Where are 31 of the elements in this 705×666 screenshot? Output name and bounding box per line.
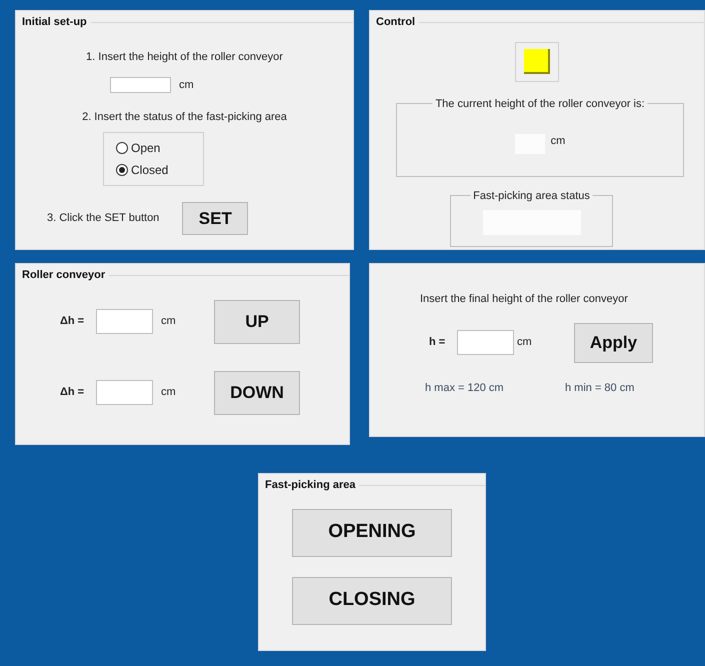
unit-label: cm — [161, 385, 177, 400]
button[interactable]: Apply — [574, 322, 653, 362]
unit-label: cm — [517, 335, 533, 350]
instruction-text: 1. Insert the height of the roller conveyor — [85, 50, 284, 64]
instruction-text: Insert the final height of the roller conveyor — [420, 292, 629, 307]
input-field[interactable] — [96, 309, 153, 334]
panel-title: Initial set-up — [22, 15, 87, 30]
field-label: Δh = — [60, 314, 86, 330]
instruction-text: 3. Click the SET button — [47, 211, 160, 226]
panel-title: Fast-picking area — [265, 478, 356, 493]
instruction-text: 2. Insert the status of the fast-picking area — [81, 110, 288, 124]
field-label: h = — [429, 335, 446, 350]
input-field[interactable] — [96, 380, 153, 405]
limit-note: h max = 120 cm — [425, 380, 505, 396]
status-lamp[interactable] — [515, 42, 559, 82]
panel-title: Control — [376, 15, 416, 30]
panel-title: Roller conveyor — [22, 268, 106, 283]
unit-label: cm — [161, 314, 177, 330]
unit-label: cm — [179, 78, 194, 93]
button[interactable]: CLOSING — [292, 576, 452, 624]
button[interactable]: SET — [182, 202, 248, 235]
input-field[interactable] — [457, 330, 514, 355]
button[interactable]: UP — [214, 300, 300, 344]
radio-option[interactable]: Closed — [116, 161, 203, 179]
button[interactable]: DOWN — [214, 370, 300, 414]
unit-label: cm — [550, 134, 566, 149]
radio-option[interactable]: Open — [116, 139, 203, 157]
button[interactable]: OPENING — [292, 508, 452, 556]
field-label: Δh = — [60, 385, 86, 400]
input-field[interactable] — [110, 77, 171, 94]
limit-note: h min = 80 cm — [565, 380, 634, 396]
